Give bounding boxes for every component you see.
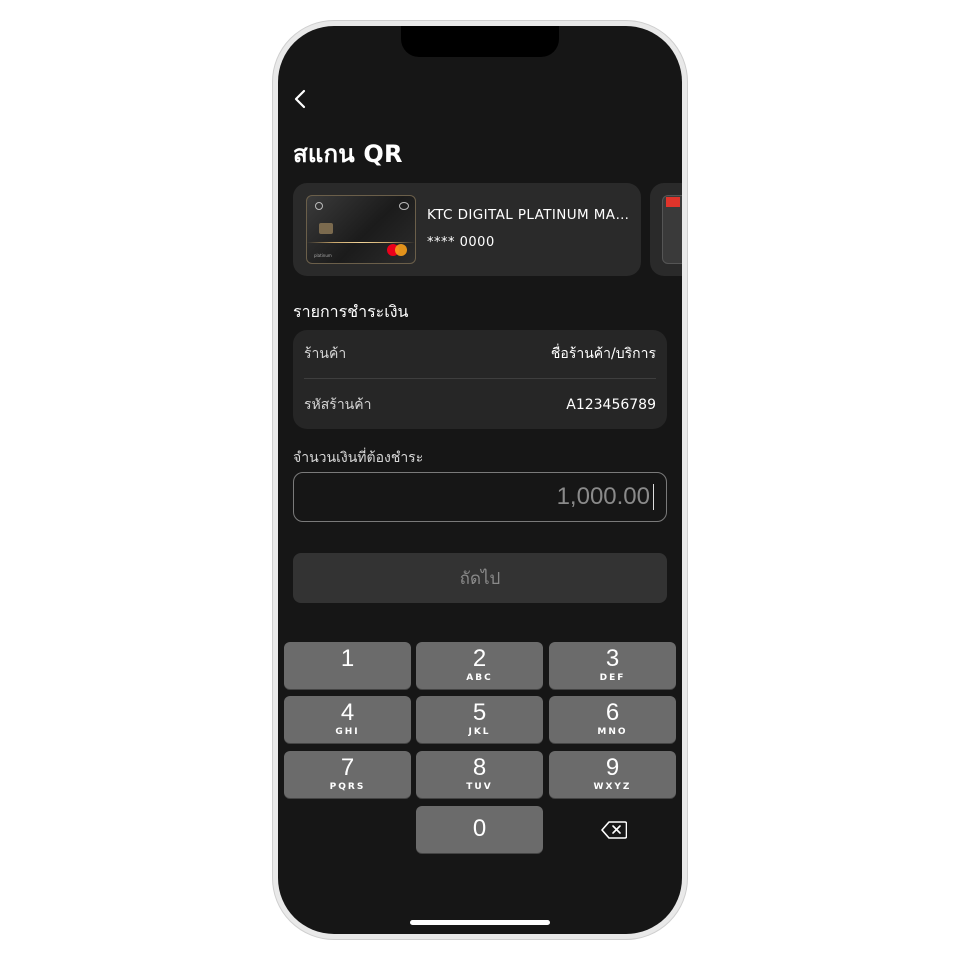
- card-name: KTC DIGITAL PLATINUM MASTERCARD: [427, 207, 633, 223]
- card-gold-stripe: [307, 242, 415, 243]
- merchant-id-row: รหัสร้านค้า A123456789: [304, 380, 656, 429]
- keypad-key-8[interactable]: 8 TUV: [416, 751, 543, 798]
- key-digit: 9: [605, 754, 620, 781]
- keypad-key-9[interactable]: 9 WXYZ: [549, 751, 676, 798]
- key-digit: 6: [605, 699, 620, 726]
- keypad-key-2[interactable]: 2 ABC: [416, 642, 543, 689]
- key-digit: 2: [472, 645, 487, 672]
- merchant-id-label: รหัสร้านค้า: [304, 396, 372, 413]
- bank-logo-icon: [315, 202, 323, 210]
- key-digit: 4: [340, 699, 355, 726]
- key-digit: 7: [340, 754, 355, 781]
- key-digit: 1: [340, 645, 355, 672]
- merchant-row: ร้านค้า ชื่อร้านค้า/บริการ: [304, 330, 656, 379]
- keypad-key-5[interactable]: 5 JKL: [416, 696, 543, 743]
- next-card[interactable]: [650, 183, 682, 276]
- amount-label: จำนวนเงินที่ต้องชำระ: [293, 450, 424, 466]
- merchant-label: ร้านค้า: [304, 346, 347, 362]
- key-letters: MNO: [597, 727, 628, 737]
- card-chip-icon: [319, 223, 333, 234]
- keypad-key-4[interactable]: 4 GHI: [284, 696, 411, 743]
- card-tier-label: platinum: [314, 253, 332, 258]
- home-indicator[interactable]: [410, 920, 550, 925]
- key-letters: ABC: [466, 673, 493, 683]
- back-button[interactable]: [288, 86, 312, 112]
- card-image: platinum: [306, 195, 416, 264]
- text-caret: [653, 484, 654, 510]
- mastercard-logo-icon-secondary: [395, 244, 407, 256]
- keypad-key-0[interactable]: 0: [416, 806, 543, 853]
- page-title: สแกน QR: [293, 140, 403, 168]
- key-digit: 3: [605, 645, 620, 672]
- payment-details-panel: ร้านค้า ชื่อร้านค้า/บริการ รหัสร้านค้า A…: [293, 330, 667, 429]
- keypad-delete-button[interactable]: [550, 806, 677, 853]
- key-digit: 0: [472, 815, 487, 842]
- key-digit: 5: [472, 699, 487, 726]
- key-letters: JKL: [468, 727, 491, 737]
- keypad-key-1[interactable]: 1: [284, 642, 411, 689]
- selected-card[interactable]: platinum KTC DIGITAL PLATINUM MASTERCARD…: [293, 183, 641, 276]
- ktc-logo-icon: [666, 197, 680, 207]
- card-brand-logo-icon: [399, 202, 409, 210]
- key-digit: 8: [472, 754, 487, 781]
- merchant-value: ชื่อร้านค้า/บริการ: [550, 346, 656, 362]
- app-screen: สแกน QR platinum KTC DIGITAL PLATINUM MA…: [278, 26, 682, 934]
- chevron-left-icon: [294, 89, 306, 109]
- key-letters: TUV: [466, 782, 493, 792]
- next-button[interactable]: ถัดไป: [293, 553, 667, 603]
- amount-input[interactable]: [293, 472, 667, 522]
- keypad-key-3[interactable]: 3 DEF: [549, 642, 676, 689]
- backspace-icon: [600, 820, 627, 839]
- keypad-key-7[interactable]: 7 PQRS: [284, 751, 411, 798]
- keypad-key-6[interactable]: 6 MNO: [549, 696, 676, 743]
- key-letters: PQRS: [329, 782, 366, 792]
- key-letters: DEF: [599, 673, 626, 683]
- payment-section-title: รายการชำระเงิน: [293, 302, 409, 321]
- key-letters: GHI: [335, 727, 360, 737]
- device-notch: [401, 26, 559, 57]
- merchant-id-value: A123456789: [566, 396, 656, 413]
- key-letters: WXYZ: [593, 782, 632, 792]
- card-number: **** 0000: [427, 235, 495, 250]
